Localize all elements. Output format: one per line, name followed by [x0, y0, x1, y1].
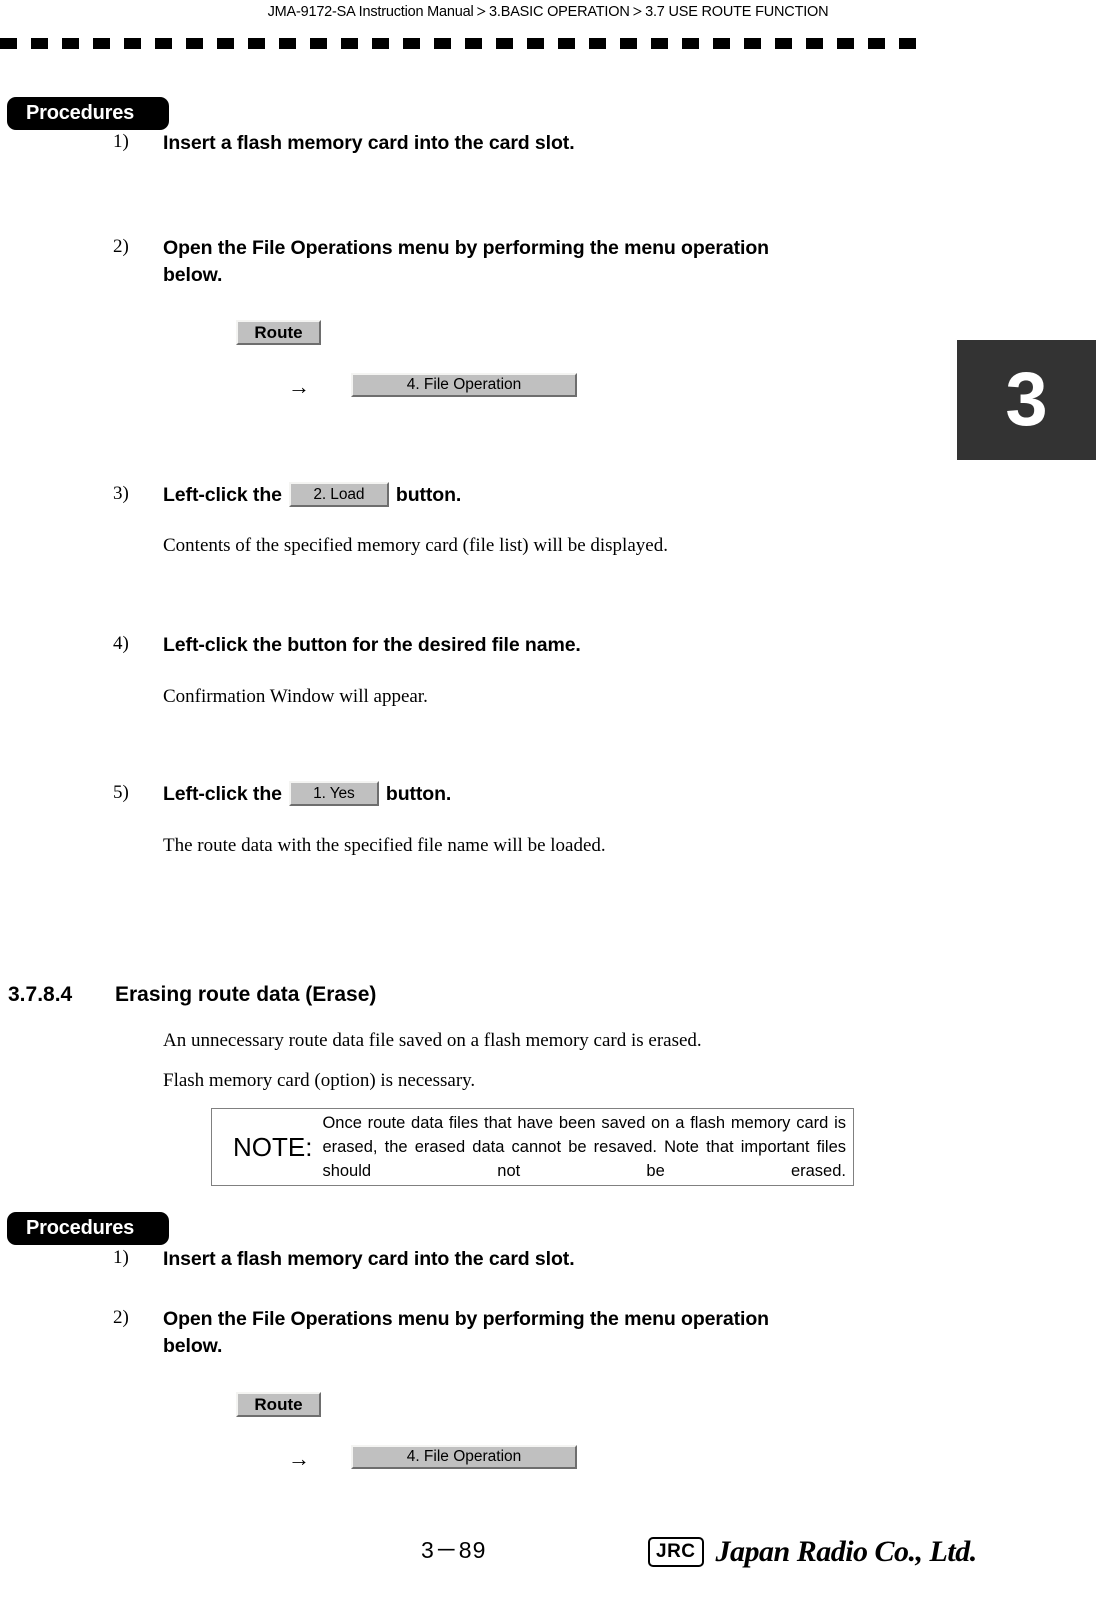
menu-button-route-bottom[interactable]: Route: [236, 1392, 321, 1417]
breadcrumb: JMA-9172-SA Instruction Manual >3.BASIC O…: [268, 0, 829, 22]
menu-flow-arrow-top: →: [288, 374, 310, 399]
step-a-3-prefix: Left-click the: [163, 484, 282, 506]
step-a-3-suffix: button.: [395, 484, 462, 506]
step-a-1-number: 1): [113, 131, 129, 152]
step-a-5-number: 5): [113, 782, 129, 803]
menu-button-load[interactable]: 2. Load: [288, 482, 389, 508]
breadcrumb-chapter: 3.BASIC OPERATION: [489, 4, 630, 20]
step-a-1-text: Insert a flash memory card into the card…: [163, 132, 575, 154]
step-a-3-number: 3): [113, 483, 129, 504]
breadcrumb-manual: JMA-9172-SA Instruction Manual: [267, 4, 474, 20]
breadcrumb-separator-2: >: [632, 2, 643, 21]
procedures-badge-top: Procedures: [7, 97, 169, 130]
menu-button-yes[interactable]: 1. Yes: [288, 781, 379, 807]
note-text: Once route data files that have been sav…: [322, 1114, 846, 1180]
step-a-5-description: The route data with the specified file n…: [163, 835, 606, 856]
step-b-2: 2) Open the File Operations menu by perf…: [113, 1306, 823, 1360]
step-b-1: 1) Insert a flash memory card into the c…: [113, 1246, 823, 1273]
step-a-2: 2) Open the File Operations menu by perf…: [113, 235, 823, 289]
step-b-2-number: 2): [113, 1307, 129, 1328]
step-a-2-text: Open the File Operations menu by perform…: [163, 237, 769, 286]
jrc-company-name: Japan Radio Co., Ltd.: [715, 1535, 978, 1568]
chapter-tab-marker: 3: [957, 340, 1096, 460]
page-header: JMA-9172-SA Instruction Manual >3.BASIC O…: [0, 0, 1096, 30]
section-body-line-2: Flash memory card (option) is necessary.: [163, 1070, 476, 1091]
menu-button-file-operation-top[interactable]: 4. File Operation: [351, 373, 577, 397]
step-a-3: 3) Left-click the 2. Load button.: [113, 482, 461, 509]
step-a-3-description: Contents of the specified memory card (f…: [163, 535, 668, 556]
step-a-4-description: Confirmation Window will appear.: [163, 686, 428, 707]
step-a-5-text: Left-click the 1. Yes button.: [163, 781, 451, 808]
section-title: Erasing route data (Erase): [115, 983, 377, 1006]
menu-flow-arrow-bottom: →: [288, 1446, 310, 1471]
step-a-5: 5) Left-click the 1. Yes button.: [113, 781, 451, 808]
step-a-2-number: 2): [113, 236, 129, 257]
procedures-badge-bottom: Procedures: [7, 1212, 169, 1245]
step-a-1: 1) Insert a flash memory card into the c…: [113, 130, 823, 157]
step-b-1-text: Insert a flash memory card into the card…: [163, 1248, 575, 1270]
step-a-4: 4) Left-click the button for the desired…: [113, 632, 823, 659]
section-body-line-1: An unnecessary route data file saved on …: [163, 1030, 702, 1051]
note-box: NOTE: Once route data files that have be…: [211, 1108, 854, 1186]
jrc-logo: JRC Japan Radio Co., Ltd.: [648, 1535, 977, 1569]
step-a-5-suffix: button.: [385, 783, 452, 805]
step-a-4-number: 4): [113, 633, 129, 654]
section-number: 3.7.8.4: [8, 983, 73, 1006]
breadcrumb-section: 3.7 USE ROUTE FUNCTION: [645, 4, 829, 20]
header-dashed-rule: [0, 38, 930, 49]
step-b-2-text: Open the File Operations menu by perform…: [163, 1308, 769, 1357]
note-label: NOTE:: [233, 1131, 313, 1162]
breadcrumb-separator-1: >: [476, 2, 487, 21]
step-a-3-text: Left-click the 2. Load button.: [163, 482, 461, 509]
step-b-1-number: 1): [113, 1247, 129, 1268]
section-heading: 3.7.8.4 Erasing route data (Erase): [8, 983, 376, 1007]
jrc-logo-mark: JRC: [648, 1537, 704, 1567]
menu-button-route-top[interactable]: Route: [236, 320, 321, 345]
menu-button-file-operation-bottom[interactable]: 4. File Operation: [351, 1445, 577, 1469]
step-a-5-prefix: Left-click the: [163, 783, 282, 805]
page-number: 3－89: [421, 1537, 487, 1563]
step-a-4-text: Left-click the button for the desired fi…: [163, 634, 581, 656]
